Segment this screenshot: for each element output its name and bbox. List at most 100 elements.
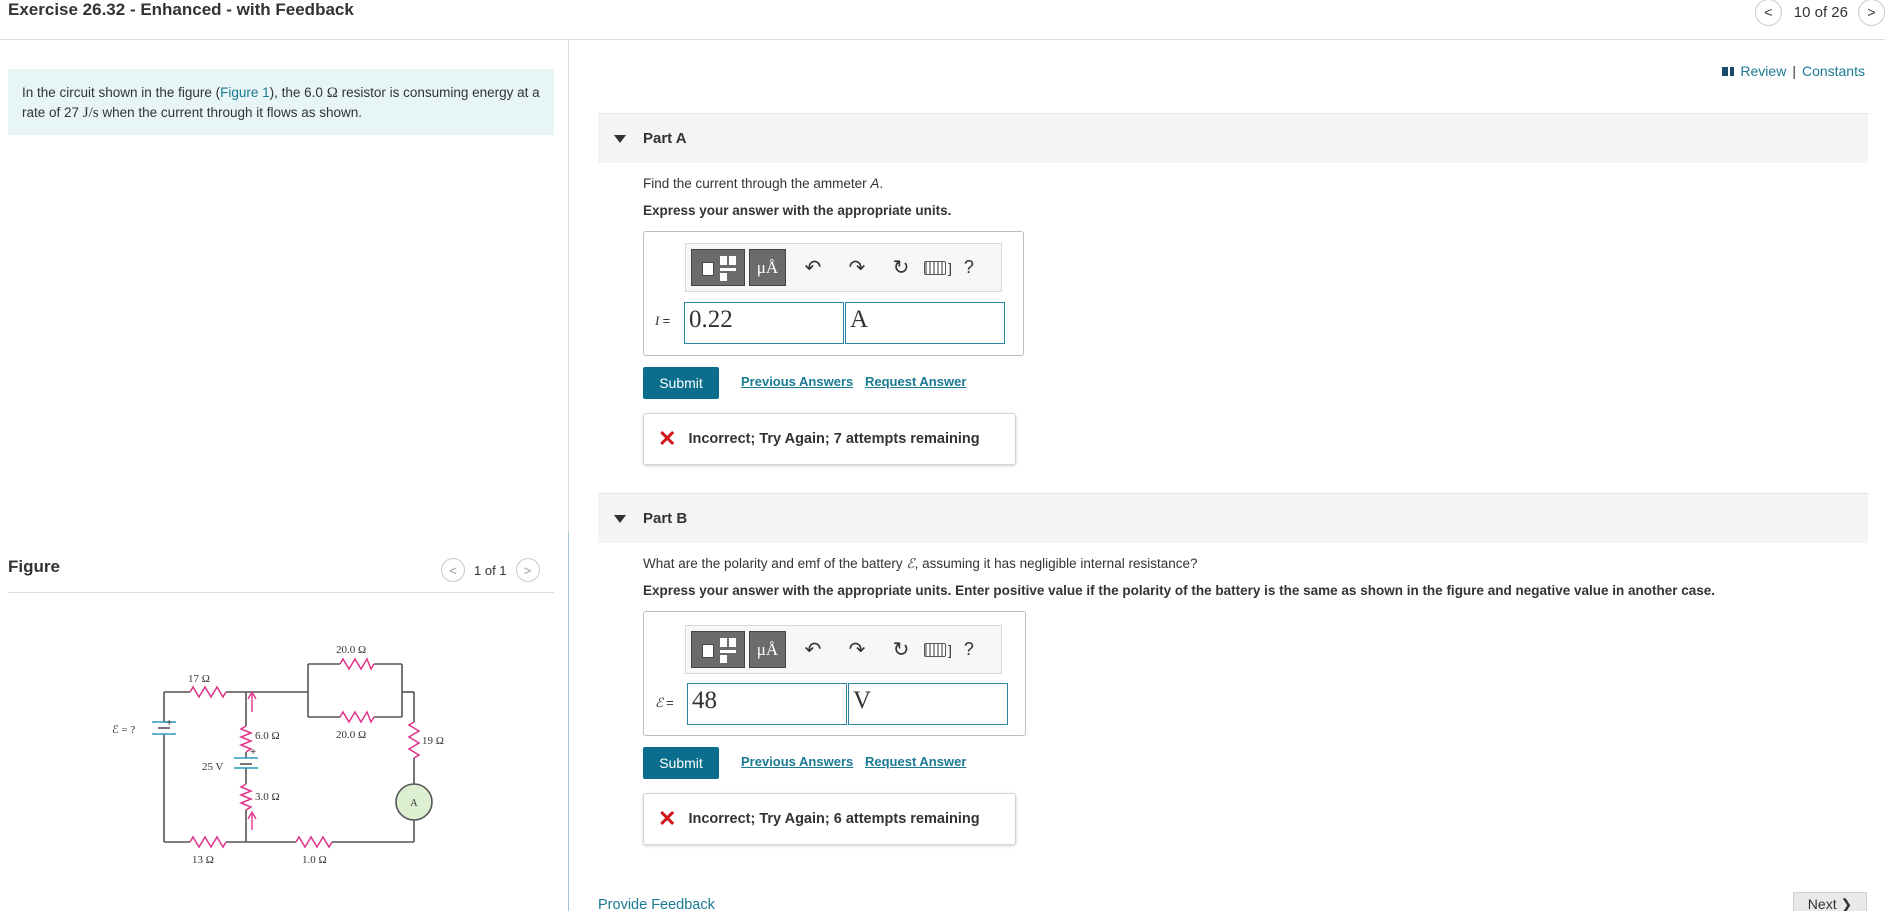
provide-feedback-link[interactable]: Provide Feedback [598, 897, 715, 911]
keyboard-bracket: ] [948, 259, 952, 276]
question-text: What are the polarity and emf of the bat… [643, 556, 907, 571]
caret-down-icon [614, 134, 626, 143]
caret-down-icon [614, 514, 626, 523]
part-b-header[interactable]: Part B [598, 493, 1868, 543]
next-figure-button[interactable]: > [515, 558, 540, 582]
part-a-previous-answers-link[interactable]: Previous Answers [741, 374, 853, 389]
circuit-wires [163, 663, 415, 843]
templates-button[interactable] [691, 631, 745, 668]
r19-label: 19 Ω [422, 735, 444, 747]
review-constants: Review | Constants [1722, 63, 1865, 79]
assignment-pager: < 10 of 26 > [1754, 0, 1885, 26]
units-button[interactable]: μÅ [749, 249, 786, 286]
next-item-button[interactable]: > [1858, 0, 1885, 26]
emf-label: ℰ = ? [112, 724, 135, 736]
item-count: 10 of 26 [1793, 3, 1848, 21]
r3-label: 3.0 Ω [255, 791, 280, 803]
book-icon [1722, 66, 1735, 76]
part-a-label: Part A [643, 130, 687, 147]
problem-intro: In the circuit shown in the figure (Figu… [8, 69, 554, 135]
help-icon[interactable]: ? [964, 257, 974, 278]
current-arrows [247, 690, 257, 830]
keyboard-icon[interactable] [924, 642, 946, 657]
part-a-value-input[interactable]: 0.22 [684, 302, 844, 344]
math-toolbar: μÅ ↶ ↷ ↻ ] ? [685, 243, 1002, 292]
r20-top-label: 20.0 Ω [336, 644, 366, 656]
part-a-unit-input[interactable]: A [845, 302, 1005, 344]
unit-symbol: J/s [82, 105, 99, 121]
part-b-value-input[interactable]: 48 [687, 683, 847, 725]
r1-label: 1.0 Ω [302, 854, 327, 866]
reset-icon[interactable]: ↻ [888, 637, 914, 662]
question-variable: ℰ [906, 556, 915, 571]
chevron-left-icon: < [449, 562, 457, 578]
circuit-diagram: A ℰ = ? + 17 Ω 6.0 Ω + 25 V 3.0 Ω 20.0 Ω… [112, 644, 444, 866]
equals-sign: = [666, 695, 674, 710]
part-b-request-answer-link[interactable]: Request Answer [865, 754, 966, 769]
r13-label: 13 Ω [192, 854, 214, 866]
redo-icon[interactable]: ↷ [844, 255, 870, 280]
prev-figure-button[interactable]: < [441, 558, 465, 582]
templates-icon [698, 636, 738, 664]
circuit-resistors [189, 657, 421, 849]
undo-icon[interactable]: ↶ [800, 637, 826, 662]
question-text: Find the current through the ammeter [643, 176, 871, 191]
part-b-question: What are the polarity and emf of the bat… [643, 556, 1198, 572]
header-divider [0, 39, 1885, 40]
part-b-label: Part B [643, 510, 688, 527]
part-a-submit-button[interactable]: Submit [643, 367, 719, 399]
next-button[interactable]: Next ❯ [1793, 892, 1867, 911]
part-b-feedback-text: Incorrect; Try Again; 6 attempts remaini… [688, 811, 980, 827]
r17-label: 17 Ω [188, 673, 210, 685]
redo-icon[interactable]: ↷ [844, 637, 870, 662]
figure-count: 1 of 1 [474, 562, 507, 578]
intro-text: when the current through it flows as sho… [98, 105, 363, 120]
prev-item-button[interactable]: < [1754, 0, 1782, 26]
undo-icon[interactable]: ↶ [800, 255, 826, 280]
part-b-answer-box: μÅ ↶ ↷ ↻ ] ? ℰ = 48 V [643, 611, 1026, 736]
part-b-variable: ℰ = [655, 695, 674, 710]
keyboard-icon[interactable] [924, 260, 946, 275]
question-text: . [879, 176, 884, 191]
figure-link[interactable]: Figure 1 [220, 85, 270, 100]
templates-button[interactable] [691, 249, 745, 286]
part-b-previous-answers-link[interactable]: Previous Answers [741, 754, 853, 769]
error-x-icon: ✕ [658, 806, 677, 831]
templates-icon [698, 254, 738, 282]
question-text: , assuming it has negligible internal re… [914, 556, 1198, 571]
chevron-right-icon: > [1867, 4, 1876, 20]
figure-heading: Figure [8, 557, 60, 576]
constants-link[interactable]: Constants [1802, 63, 1865, 79]
chevron-left-icon: < [1764, 4, 1773, 20]
part-b-unit-input[interactable]: V [848, 683, 1008, 725]
math-toolbar: μÅ ↶ ↷ ↻ ] ? [685, 625, 1002, 674]
exercise-title: Exercise 26.32 - Enhanced - with Feedbac… [8, 0, 354, 19]
battery-25v-label: 25 V [202, 761, 224, 773]
part-b-submit-button[interactable]: Submit [643, 747, 719, 779]
equals-sign: = [662, 313, 671, 328]
part-a-request-answer-link[interactable]: Request Answer [865, 374, 966, 389]
review-separator: | [1792, 63, 1796, 79]
part-a-variable: I = [655, 313, 671, 328]
part-a-feedback-text: Incorrect; Try Again; 7 attempts remaini… [688, 431, 980, 447]
help-icon[interactable]: ? [964, 639, 974, 660]
part-b-feedback: ✕ Incorrect; Try Again; 6 attempts remai… [643, 793, 1016, 845]
part-b-instruction: Express your answer with the appropriate… [643, 583, 1716, 598]
units-icon: μÅ [756, 639, 779, 659]
review-link[interactable]: Review [1740, 63, 1786, 79]
battery-plus-sign: + [250, 746, 256, 758]
error-x-icon: ✕ [658, 426, 677, 451]
part-a-header[interactable]: Part A [598, 113, 1868, 163]
part-a-instruction: Express your answer with the appropriate… [643, 203, 952, 218]
emf-plus-sign: + [166, 717, 172, 729]
keyboard-bracket: ] [948, 641, 952, 658]
intro-text: In the circuit shown in the figure ( [22, 85, 221, 100]
units-button[interactable]: μÅ [749, 631, 786, 668]
reset-icon[interactable]: ↻ [888, 255, 914, 280]
chevron-right-icon: > [523, 562, 532, 578]
column-divider-highlight [568, 532, 569, 911]
ammeter-label: A [410, 798, 418, 809]
ohm-symbol: Ω [326, 85, 338, 101]
units-icon: μÅ [756, 257, 779, 277]
part-a-answer-box: μÅ ↶ ↷ ↻ ] ? I = 0.22 A [643, 231, 1024, 356]
